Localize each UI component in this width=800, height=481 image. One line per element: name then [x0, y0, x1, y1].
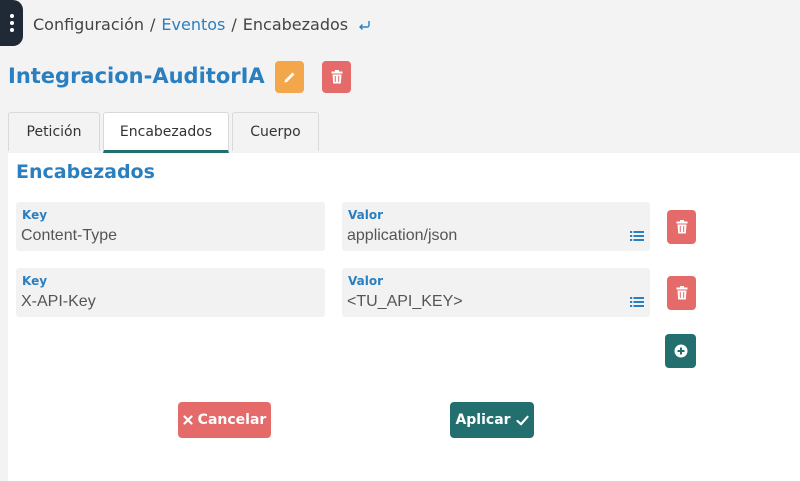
- vertical-dot: [9, 28, 14, 32]
- vertical-dot: [9, 21, 14, 25]
- header-key-value: X-API-Key: [21, 293, 96, 310]
- trash-icon: [676, 220, 687, 234]
- trash-icon: [331, 70, 342, 84]
- header-key-field[interactable]: Key Content-Type: [16, 202, 325, 251]
- headers-panel: Encabezados Key Content-Type Valor appli…: [8, 153, 800, 481]
- header-value-label: Valor: [348, 274, 384, 288]
- x-icon: [183, 415, 193, 425]
- header-key-label: Key: [22, 274, 48, 288]
- return-arrow-icon[interactable]: [357, 18, 371, 32]
- tab-encabezados[interactable]: Encabezados: [103, 112, 229, 153]
- breadcrumb-separator: /: [231, 15, 237, 34]
- tab-cuerpo[interactable]: Cuerpo: [232, 112, 319, 151]
- breadcrumb-root: Configuración: [33, 15, 145, 34]
- page-title: Integracion-AuditorIA: [8, 64, 265, 88]
- breadcrumb-separator: /: [150, 15, 156, 34]
- vertical-dots-icon: [9, 14, 14, 18]
- header-key-field[interactable]: Key X-API-Key: [16, 268, 325, 317]
- cancel-label: Cancelar: [197, 412, 267, 428]
- section-title: Encabezados: [16, 161, 155, 183]
- delete-header-button[interactable]: [667, 210, 696, 244]
- add-header-button[interactable]: [665, 334, 696, 368]
- header-value-value: <TU_API_KEY>: [347, 293, 463, 310]
- breadcrumb: Configuración / Eventos / Encabezados: [33, 15, 371, 34]
- cancel-button[interactable]: Cancelar: [178, 402, 271, 438]
- trash-icon: [676, 286, 687, 300]
- pencil-icon: [284, 72, 294, 83]
- header-value-field[interactable]: Valor <TU_API_KEY>: [342, 268, 650, 317]
- header-key-value: Content-Type: [21, 227, 118, 244]
- breadcrumb-current: Encabezados: [242, 15, 349, 34]
- tab-peticion[interactable]: Petición: [8, 112, 100, 151]
- plus-circle-icon: [674, 344, 687, 358]
- header-value-label: Valor: [348, 208, 384, 222]
- list-icon[interactable]: [630, 230, 644, 242]
- header-value-value: application/json: [347, 227, 458, 244]
- list-icon[interactable]: [630, 296, 644, 308]
- delete-header-button[interactable]: [667, 276, 696, 310]
- apply-label: Aplicar: [455, 412, 511, 428]
- header-key-label: Key: [22, 208, 48, 222]
- breadcrumb-link-eventos[interactable]: Eventos: [161, 15, 225, 34]
- side-menu-handle[interactable]: [0, 0, 23, 46]
- delete-button[interactable]: [322, 61, 351, 93]
- header-value-field[interactable]: Valor application/json: [342, 202, 650, 251]
- edit-button[interactable]: [275, 61, 304, 93]
- apply-button[interactable]: Aplicar: [450, 402, 534, 438]
- check-icon: [515, 415, 529, 425]
